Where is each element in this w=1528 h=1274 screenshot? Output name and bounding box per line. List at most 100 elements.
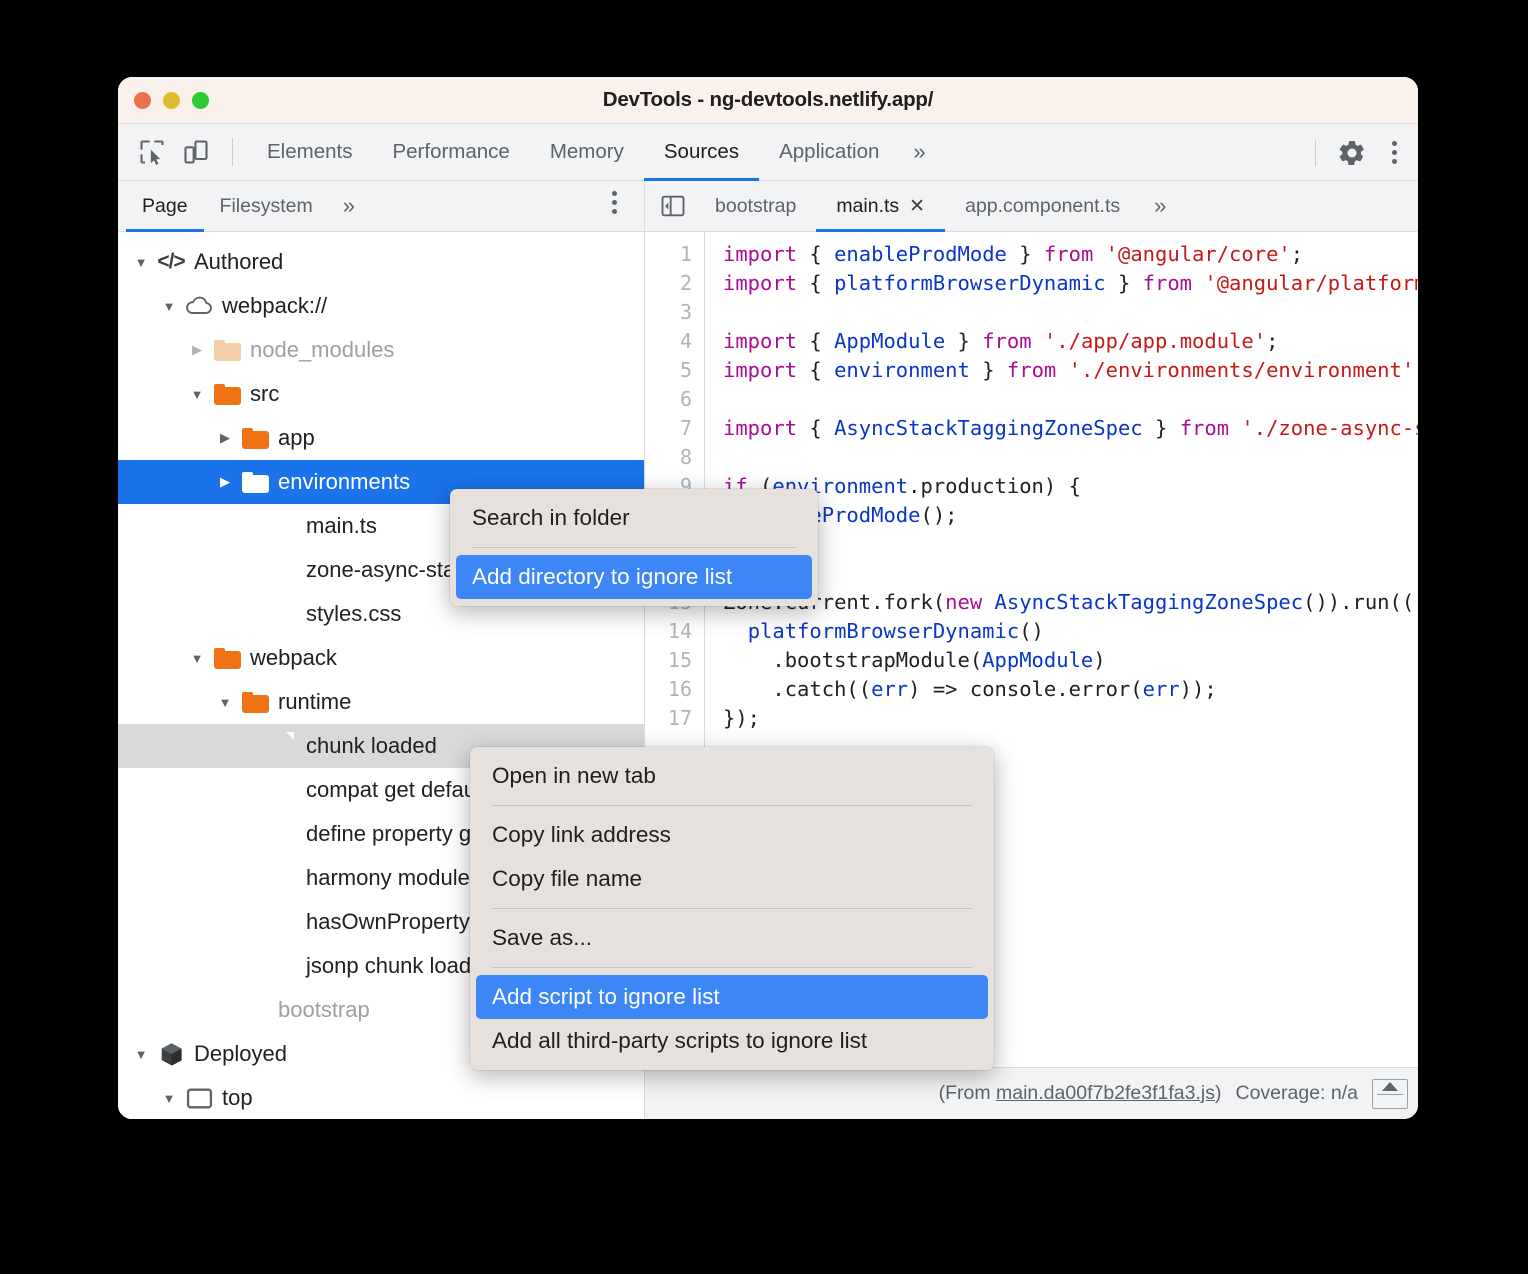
code-line[interactable]: platformBrowserDynamic() xyxy=(723,617,1418,646)
tree-item-app[interactable]: ▶ app xyxy=(118,416,644,460)
code-line[interactable]: if (environment.production) { xyxy=(723,472,1418,501)
source-origin-text: (From main.da00f7b2fe3f1fa3.js) xyxy=(939,1082,1222,1105)
devtools-window: DevTools - ng-devtools.netlify.app/ Elem… xyxy=(118,77,1418,1119)
code-line[interactable] xyxy=(723,443,1418,472)
code-line[interactable]: } xyxy=(723,530,1418,559)
code-line[interactable]: import { environment } from './environme… xyxy=(723,356,1418,385)
source-file-link[interactable]: main.da00f7b2fe3f1fa3.js xyxy=(996,1082,1215,1104)
more-editor-tabs-icon[interactable]: » xyxy=(1140,193,1180,219)
tree-item-authored[interactable]: ▼</>Authored xyxy=(118,240,644,284)
menu-item-search-in-folder[interactable]: Search in folder xyxy=(456,496,812,540)
menu-separator xyxy=(492,967,972,968)
editor-tab-bootstrap[interactable]: bootstrap xyxy=(695,181,816,232)
file-icon xyxy=(272,952,294,980)
device-toolbar-icon[interactable] xyxy=(174,130,218,174)
code-line[interactable]: import { AppModule } from './app/app.mod… xyxy=(723,327,1418,356)
browser-frame-icon xyxy=(186,1087,213,1110)
close-window-button[interactable] xyxy=(134,92,151,109)
cube-icon xyxy=(158,1041,185,1068)
line-number: 15 xyxy=(645,646,692,675)
collapse-sidebar-icon[interactable] xyxy=(651,184,695,228)
menu-item-copy-file-name[interactable]: Copy file name xyxy=(476,857,988,901)
editor-tabstrip: bootstrap main.ts ✕ app.component.ts » xyxy=(645,181,1418,232)
line-number: 4 xyxy=(645,327,692,356)
panel-tab-performance[interactable]: Performance xyxy=(372,124,529,181)
kebab-menu-icon[interactable] xyxy=(1374,141,1414,164)
nav-tab-page[interactable]: Page xyxy=(126,181,204,232)
tree-item-runtime[interactable]: ▼runtime xyxy=(118,680,644,724)
chevron-right-icon[interactable]: ▶ xyxy=(184,342,210,358)
tree-item-label: bootstrap xyxy=(278,997,370,1023)
tree-item-src[interactable]: ▼src xyxy=(118,372,644,416)
code-line[interactable]: import { AsyncStackTaggingZoneSpec } fro… xyxy=(723,414,1418,443)
tree-item-icon xyxy=(210,340,244,361)
nav-tab-filesystem[interactable]: Filesystem xyxy=(204,181,329,232)
tree-item-icon xyxy=(266,512,300,540)
panel-tab-elements[interactable]: Elements xyxy=(247,124,372,181)
chevron-down-icon[interactable]: ▼ xyxy=(184,651,210,666)
folder-context-menu[interactable]: Search in folder Add directory to ignore … xyxy=(450,489,818,606)
more-nav-tabs-icon[interactable]: » xyxy=(329,193,369,219)
menu-item-save-as[interactable]: Save as... xyxy=(476,916,988,960)
menu-item-add-all-third-party-scripts-to-ignore-list[interactable]: Add all third-party scripts to ignore li… xyxy=(476,1019,988,1063)
menu-item-copy-link-address[interactable]: Copy link address xyxy=(476,813,988,857)
tree-item-icon xyxy=(238,472,272,493)
zoom-window-button[interactable] xyxy=(192,92,209,109)
chevron-down-icon[interactable]: ▼ xyxy=(212,695,238,710)
chevron-right-icon[interactable]: ▶ xyxy=(212,430,238,446)
chevron-down-icon[interactable]: ▼ xyxy=(128,255,154,270)
navigator-kebab-menu-icon[interactable] xyxy=(594,191,634,214)
inspect-element-icon[interactable] xyxy=(130,130,174,174)
panel-tab-application[interactable]: Application xyxy=(759,124,899,181)
code-line[interactable]: Zone.current.fork(new AsyncStackTaggingZ… xyxy=(723,588,1418,617)
editor-tab-main-ts[interactable]: main.ts ✕ xyxy=(816,181,945,232)
chevron-down-icon[interactable]: ▼ xyxy=(184,387,210,402)
pretty-print-icon[interactable] xyxy=(1372,1079,1408,1109)
code-brackets-icon: </> xyxy=(157,250,184,274)
code-line[interactable]: import { platformBrowserDynamic } from '… xyxy=(723,269,1418,298)
panel-tab-sources[interactable]: Sources xyxy=(644,124,759,181)
panel-tab-memory[interactable]: Memory xyxy=(530,124,644,181)
close-tab-icon[interactable]: ✕ xyxy=(909,195,925,218)
line-number: 2 xyxy=(645,269,692,298)
more-panels-icon[interactable]: » xyxy=(899,139,939,165)
tree-item-webpack[interactable]: ▼webpack xyxy=(118,636,644,680)
editor-tab-app-component-ts[interactable]: app.component.ts xyxy=(945,181,1140,232)
code-line[interactable] xyxy=(723,559,1418,588)
code-line[interactable]: .bootstrapModule(AppModule) xyxy=(723,646,1418,675)
line-number: 1 xyxy=(645,240,692,269)
chevron-right-icon[interactable]: ▶ xyxy=(212,474,238,490)
code-line[interactable] xyxy=(723,298,1418,327)
menu-item-open-in-new-tab[interactable]: Open in new tab xyxy=(476,754,988,798)
code-line[interactable]: import { enableProdMode } from '@angular… xyxy=(723,240,1418,269)
tree-item-node-modules[interactable]: ▶node_modules xyxy=(118,328,644,372)
code-line[interactable] xyxy=(723,385,1418,414)
code-line[interactable]: }); xyxy=(723,704,1418,733)
toolbar-right-group xyxy=(1311,124,1418,181)
chevron-down-icon[interactable]: ▼ xyxy=(128,1047,154,1062)
cloud-icon xyxy=(184,295,214,317)
tree-item-webpack[interactable]: ▼webpack:// xyxy=(118,284,644,328)
traffic-light-buttons xyxy=(134,92,209,109)
tree-item-label: top xyxy=(222,1085,253,1111)
menu-item-add-directory-to-ignore-list[interactable]: Add directory to ignore list xyxy=(456,555,812,599)
chevron-down-icon[interactable]: ▼ xyxy=(156,1091,182,1106)
script-context-menu[interactable]: Open in new tab Copy link addressCopy fil… xyxy=(470,747,994,1070)
tree-item-top[interactable]: ▼ top xyxy=(118,1076,644,1119)
tree-item-icon xyxy=(266,732,300,760)
toolbar-divider xyxy=(232,138,233,166)
line-number: 16 xyxy=(645,675,692,704)
editor-tab-label: app.component.ts xyxy=(965,195,1120,218)
chevron-down-icon[interactable]: ▼ xyxy=(156,299,182,314)
line-number: 3 xyxy=(645,298,692,327)
code-line[interactable]: enableProdMode(); xyxy=(723,501,1418,530)
code-line[interactable]: .catch((err) => console.error(err)); xyxy=(723,675,1418,704)
menu-item-add-script-to-ignore-list[interactable]: Add script to ignore list xyxy=(476,975,988,1019)
editor-tab-label: main.ts xyxy=(836,195,899,218)
gear-icon[interactable] xyxy=(1330,131,1374,175)
folder-icon xyxy=(242,692,269,713)
tree-item-label: app xyxy=(278,425,315,451)
minimize-window-button[interactable] xyxy=(163,92,180,109)
file-icon xyxy=(272,908,294,936)
file-icon xyxy=(272,732,294,760)
